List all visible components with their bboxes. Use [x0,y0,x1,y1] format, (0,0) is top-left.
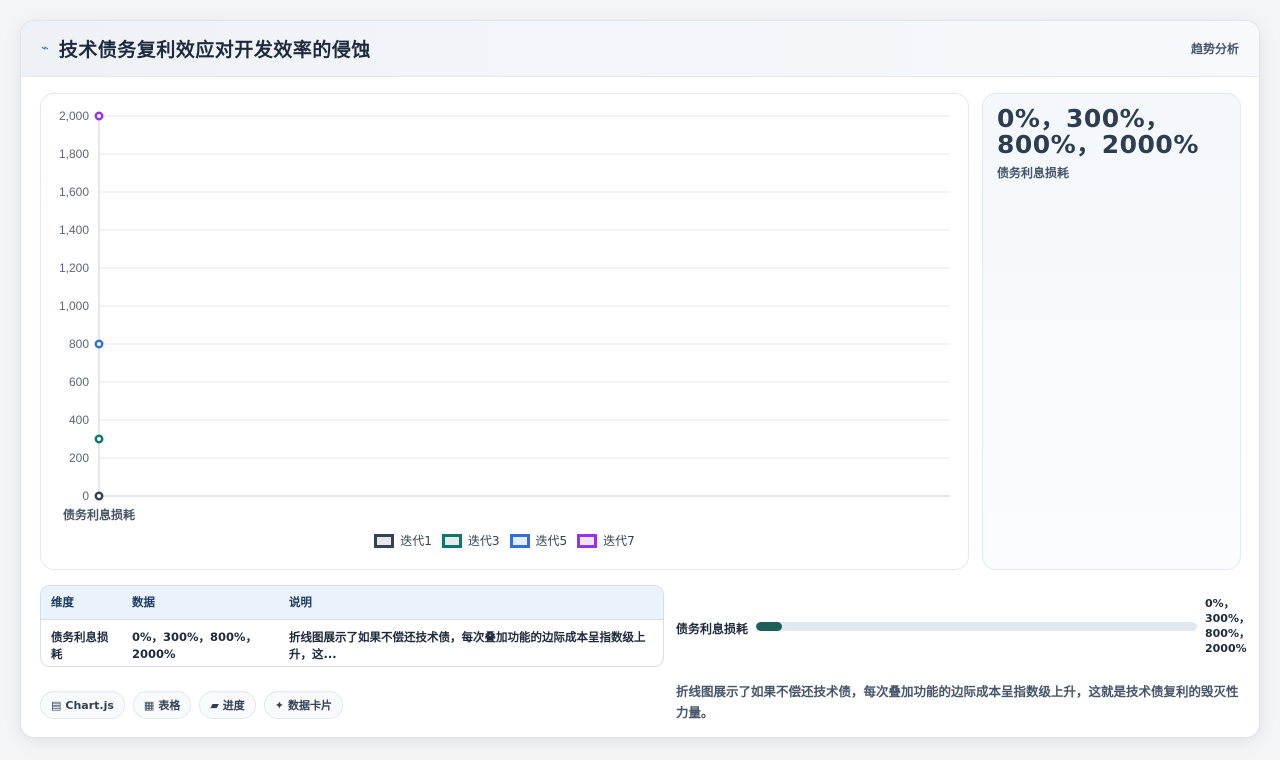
progress-value: 0%，300%，800%，2000% [1205,597,1250,655]
chart-legend: 迭代1 迭代3 迭代5 迭代7 [41,532,968,549]
legend-item[interactable]: 迭代5 [509,532,568,549]
legend-item[interactable]: 迭代3 [441,532,500,549]
legend-item[interactable]: 迭代1 [374,532,432,549]
cell-data: 0%，300%，800%，2000% [132,629,258,661]
data-point [94,491,104,501]
legend-label: 迭代1 [400,534,432,548]
column-header-note: 说明 [279,586,663,620]
column-header-dimension: 维度 [41,586,122,620]
chip-data-card[interactable]: ✦ 数据卡片 [263,691,344,719]
y-tick-label: 1,800 [59,147,89,161]
chip-label: Chart.js [65,698,114,712]
legend-swatch [577,533,598,548]
report-card: ⌁ 技术债务复利效应对开发效率的侵蚀 趋势分析 0 200 400 600 800 1,0… [20,20,1260,738]
table-header-row: 维度 数据 说明 [41,586,663,620]
y-tick-label: 0 [82,489,89,503]
stat-label: 债务利息损耗 [997,166,1070,180]
progress-label: 债务利息损耗 [676,622,749,636]
chart-description: 折线图展示了如果不偿还技术债，每次叠加功能的边际成本呈指数级上升，这就是技术债复… [676,684,1239,720]
stat-value: 0%，300%，800%，2000% [997,104,1199,159]
column-header-data: 数据 [122,586,279,620]
cell-dimension: 债务利息损耗 [51,629,109,661]
chip-label: 表格 [158,699,181,712]
line-chart-panel: 0 200 400 600 800 1,000 1,200 1,400 1,600 1,800 2,… [40,93,969,570]
y-tick-label: 1,200 [59,261,89,275]
y-tick-label: 1,600 [59,185,89,199]
stat-card: 0%，300%，800%，2000% 债务利息损耗 [982,93,1241,570]
data-table: 维度 数据 说明 债务利息损耗 0%，300%，800%，2000% 折线图展示… [40,585,664,667]
y-tick-label: 600 [69,375,89,389]
chip-label: 进度 [222,699,245,712]
cell-note: 折线图展示了如果不偿还技术债，每次叠加功能的边际成本呈指数级上升，这... [289,629,646,661]
chart-icon: ▤ [51,698,62,712]
progress-fill [756,622,783,631]
chip-progress[interactable]: ▰ 进度 [199,691,256,719]
chip-chartjs[interactable]: ▤ Chart.js [40,691,125,719]
legend-label: 迭代3 [467,534,500,548]
legend-label: 迭代7 [603,534,635,548]
data-point [94,111,104,121]
y-tick-label: 2,000 [59,109,89,123]
legend-swatch [374,533,395,548]
y-tick-label: 800 [69,337,89,351]
chip-table[interactable]: ▦ 表格 [132,691,192,719]
line-chart: 0 200 400 600 800 1,000 1,200 1,400 1,600 1,800 2,… [59,109,950,522]
progress-row: 债务利息损耗 0%，300%，800%，2000% [676,595,1250,657]
y-tick-label: 1,400 [59,223,89,237]
data-point [94,339,104,349]
table-row: 债务利息损耗 0%，300%，800%，2000% 折线图展示了如果不偿还技术债… [41,619,663,663]
y-tick-label: 1,000 [59,299,89,313]
y-tick-label: 200 [69,451,89,465]
legend-item[interactable]: 迭代7 [577,532,635,549]
card-icon: ✦ [274,698,285,712]
y-tick-label: 400 [69,413,89,427]
page-title: 技术债务复利效应对开发效率的侵蚀 [58,39,371,61]
legend-swatch [509,533,530,548]
analysis-type-tag: 趋势分析 [1190,42,1239,56]
data-point [94,434,104,444]
progress-icon: ▰ [210,698,219,712]
card-header: ⌁ 技术债务复利效应对开发效率的侵蚀 趋势分析 [21,21,1259,77]
component-chips: ▤ Chart.js ▦ 表格 ▰ 进度 ✦ 数据卡片 [40,691,344,719]
x-tick-label: 债务利息损耗 [63,507,135,522]
chip-label: 数据卡片 [288,699,333,712]
progress-track [756,622,1197,631]
trend-icon: ⌁ [41,41,49,56]
table-icon: ▦ [143,698,155,712]
legend-swatch [441,533,462,548]
legend-label: 迭代5 [535,534,568,548]
